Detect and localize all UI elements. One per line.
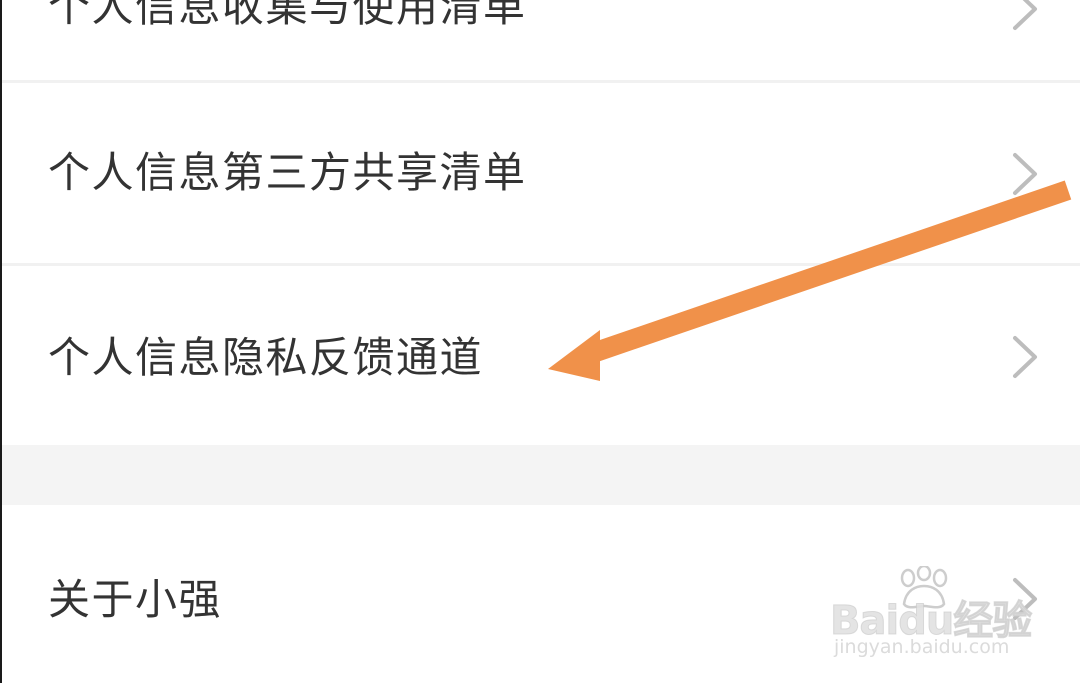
- menu-item-about[interactable]: 关于小强: [2, 505, 1080, 683]
- menu-item-collection-list[interactable]: 个人信息收集与使用清单: [2, 0, 1080, 80]
- chevron-right-icon: [1007, 151, 1041, 197]
- menu-item-label: 关于小强: [48, 575, 223, 624]
- menu-item-label: 个人信息隐私反馈通道: [48, 333, 484, 382]
- settings-screen: 个人信息收集与使用清单 个人信息第三方共享清单 个人信息隐私反馈通道 关于小强: [0, 0, 1080, 683]
- menu-item-label: 个人信息收集与使用清单: [48, 0, 527, 31]
- chevron-right-icon: [1007, 0, 1041, 32]
- chevron-right-icon: [1007, 334, 1041, 380]
- section-separator: [2, 445, 1080, 505]
- menu-item-privacy-feedback[interactable]: 个人信息隐私反馈通道: [2, 266, 1080, 445]
- chevron-right-icon: [1007, 576, 1041, 622]
- menu-item-third-party-sharing[interactable]: 个人信息第三方共享清单: [2, 83, 1080, 263]
- menu-item-label: 个人信息第三方共享清单: [48, 148, 527, 197]
